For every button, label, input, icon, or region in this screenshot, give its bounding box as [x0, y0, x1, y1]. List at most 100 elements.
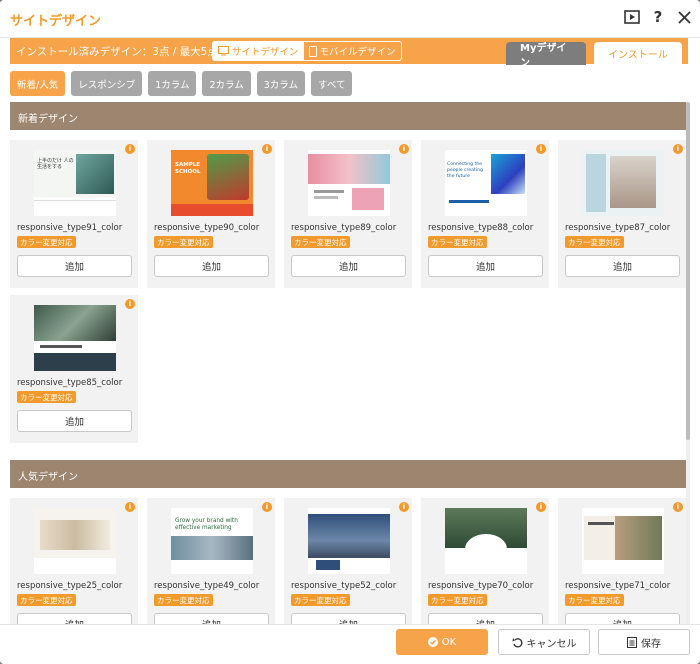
design-card: Connecting the people creating the futur…: [421, 140, 549, 288]
cancel-button[interactable]: キャンセル: [498, 629, 590, 655]
design-card: i responsive_type71_color カラー変更対応 追加: [558, 498, 686, 624]
design-card: 上半のだけ 人の生活をする i responsive_type91_color …: [10, 140, 138, 288]
thumb-headline: Grow your brand with effective marketing: [175, 518, 238, 531]
info-icon[interactable]: i: [673, 144, 683, 154]
add-design-button[interactable]: 追加: [154, 255, 269, 277]
mobile-design-mode-label: モバイルデザイン: [319, 47, 396, 58]
design-tabs: Myデザイン インストール: [506, 42, 682, 69]
design-thumbnail[interactable]: [445, 508, 527, 574]
design-thumbnail[interactable]: SAMPLE SCHOOL: [171, 150, 253, 216]
design-list: 新着デザイン 上半のだけ 人の生活をする i responsive_type91…: [10, 102, 686, 624]
design-name: responsive_type88_color: [428, 223, 534, 233]
design-thumbnail[interactable]: [308, 508, 390, 574]
site-design-mode-button[interactable]: サイトデザイン: [213, 42, 304, 60]
color-change-badge: カラー変更対応: [565, 594, 624, 606]
color-change-badge: カラー変更対応: [17, 391, 76, 403]
design-thumbnail[interactable]: [308, 150, 390, 216]
cancel-label: キャンセル: [526, 638, 577, 650]
design-name: responsive_type85_color: [17, 378, 123, 388]
design-name: responsive_type25_color: [17, 581, 123, 591]
monitor-icon: [218, 46, 229, 56]
info-icon[interactable]: i: [673, 502, 683, 512]
ok-label: OK: [441, 636, 457, 648]
add-design-button[interactable]: 追加: [565, 613, 680, 624]
info-icon[interactable]: i: [125, 502, 135, 512]
check-circle-icon: [427, 637, 438, 647]
info-icon[interactable]: i: [399, 502, 409, 512]
color-change-badge: カラー変更対応: [154, 594, 213, 606]
design-thumbnail[interactable]: Grow your brand with effective marketing: [171, 508, 253, 574]
ok-button[interactable]: OK: [396, 629, 488, 655]
add-design-button[interactable]: 追加: [291, 255, 406, 277]
design-name: responsive_type87_color: [565, 223, 671, 233]
design-card: SAMPLE SCHOOL i responsive_type90_color …: [147, 140, 275, 288]
design-thumbnail[interactable]: [34, 508, 116, 574]
design-card: i responsive_type52_color カラー変更対応 追加: [284, 498, 412, 624]
section-header-new: 新着デザイン: [10, 102, 686, 130]
site-design-dialog: サイトデザイン ? インストール済みデザイン：3点 / 最大5点 サイトデザイン…: [0, 0, 700, 664]
info-icon[interactable]: i: [262, 144, 272, 154]
info-icon[interactable]: i: [125, 144, 135, 154]
vertical-scrollbar[interactable]: [686, 102, 690, 624]
design-name: responsive_type91_color: [17, 223, 123, 233]
design-card: i responsive_type25_color カラー変更対応 追加: [10, 498, 138, 624]
color-change-badge: カラー変更対応: [565, 236, 624, 248]
add-design-button[interactable]: 追加: [428, 613, 543, 624]
design-name: responsive_type71_color: [565, 581, 671, 591]
add-design-button[interactable]: 追加: [291, 613, 406, 624]
add-design-button[interactable]: 追加: [17, 613, 132, 624]
help-icon[interactable]: ?: [650, 8, 666, 26]
site-design-mode-label: サイトデザイン: [232, 47, 299, 58]
color-change-badge: カラー変更対応: [428, 236, 487, 248]
device-mode-toggle: サイトデザイン モバイルデザイン: [212, 41, 402, 61]
scrollbar-thumb[interactable]: [686, 102, 690, 440]
add-design-button[interactable]: 追加: [17, 410, 132, 432]
design-name: responsive_type89_color: [291, 223, 397, 233]
design-thumbnail[interactable]: 上半のだけ 人の生活をする: [34, 150, 116, 216]
design-thumbnail[interactable]: Connecting the people creating the futur…: [445, 150, 527, 216]
color-change-badge: カラー変更対応: [17, 594, 76, 606]
design-name: responsive_type52_color: [291, 581, 397, 591]
design-thumbnail[interactable]: [34, 305, 116, 371]
tab-my-design[interactable]: Myデザイン: [506, 42, 586, 69]
save-icon: [627, 636, 637, 648]
design-name: responsive_type70_color: [428, 581, 534, 591]
color-change-badge: カラー変更対応: [291, 236, 350, 248]
thumb-headline: Connecting the people creating the futur…: [447, 162, 483, 179]
section-header-popular: 人気デザイン: [10, 460, 686, 488]
add-design-button[interactable]: 追加: [17, 255, 132, 277]
undo-icon: [512, 637, 522, 647]
add-design-button[interactable]: 追加: [154, 613, 269, 624]
save-label: 保存: [641, 638, 661, 650]
design-card: Grow your brand with effective marketing…: [147, 498, 275, 624]
video-guide-icon[interactable]: [624, 9, 640, 25]
add-design-button[interactable]: 追加: [428, 255, 543, 277]
filter-all[interactable]: すべて: [311, 71, 353, 96]
color-change-badge: カラー変更対応: [154, 236, 213, 248]
filter-3-column[interactable]: 3カラム: [256, 71, 306, 96]
info-icon[interactable]: i: [536, 502, 546, 512]
design-name: responsive_type90_color: [154, 223, 260, 233]
tab-install[interactable]: インストール: [594, 42, 682, 65]
title-bar: サイトデザイン ?: [0, 0, 700, 38]
info-icon[interactable]: i: [399, 144, 409, 154]
design-card: i responsive_type89_color カラー変更対応 追加: [284, 140, 412, 288]
thumb-headline: 上半のだけ 人の生活をする: [37, 158, 74, 170]
filter-new-popular[interactable]: 新着/人気: [10, 71, 66, 96]
save-button[interactable]: 保存: [598, 629, 690, 655]
filter-1-column[interactable]: 1カラム: [148, 71, 197, 96]
design-thumbnail[interactable]: [582, 150, 664, 216]
close-icon[interactable]: [676, 9, 692, 25]
info-icon[interactable]: i: [536, 144, 546, 154]
filter-responsive[interactable]: レスポンシブ: [71, 71, 143, 96]
install-toolbar: インストール済みデザイン：3点 / 最大5点 サイトデザイン モバイルデザイン …: [10, 38, 688, 69]
dialog-footer: OK キャンセル 保存: [0, 624, 700, 664]
info-icon[interactable]: i: [125, 299, 135, 309]
dialog-title: サイトデザイン: [10, 14, 102, 29]
info-icon[interactable]: i: [262, 502, 272, 512]
mobile-design-mode-button[interactable]: モバイルデザイン: [304, 42, 401, 60]
design-thumbnail[interactable]: [582, 508, 664, 574]
filter-2-column[interactable]: 2カラム: [202, 71, 251, 96]
add-design-button[interactable]: 追加: [565, 255, 680, 277]
title-bar-icons: ?: [624, 8, 692, 26]
